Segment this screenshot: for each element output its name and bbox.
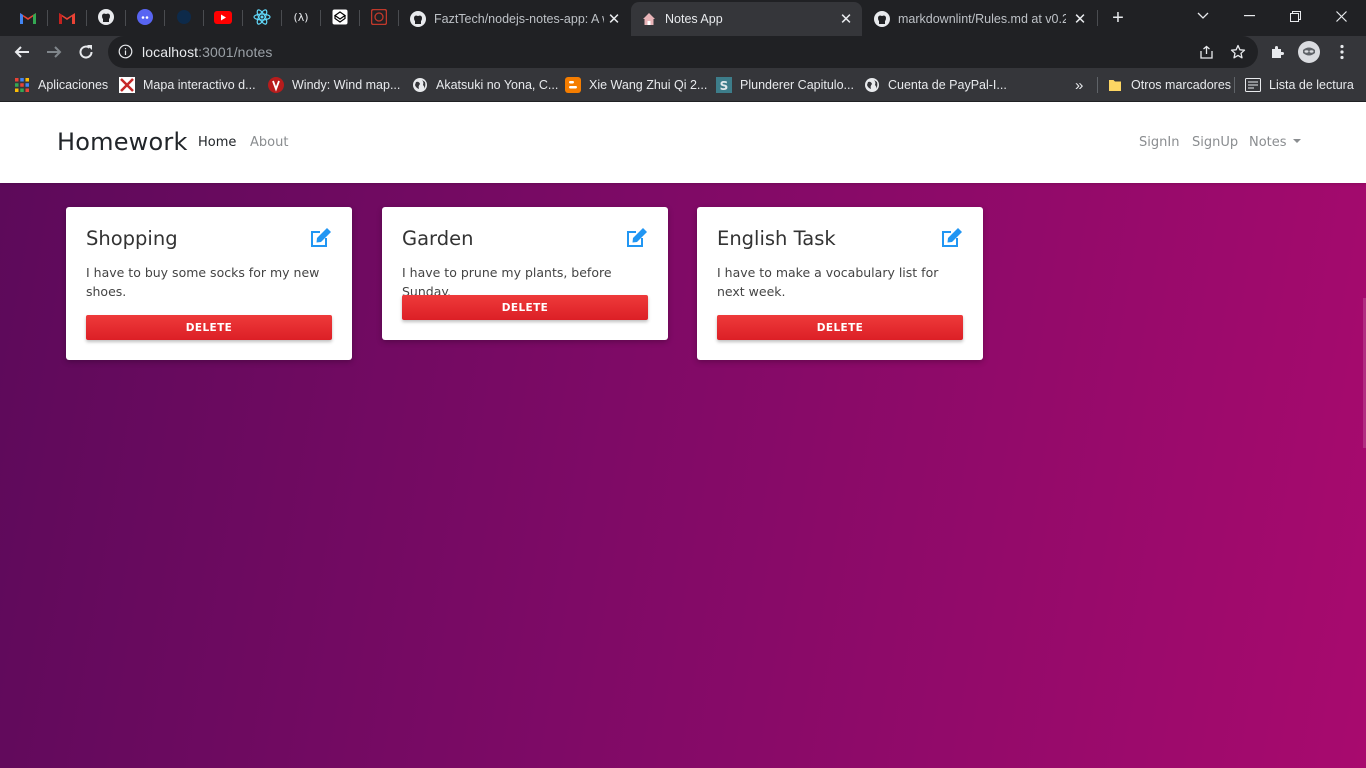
close-window-button[interactable] (1318, 0, 1364, 32)
back-button[interactable] (8, 38, 36, 66)
url-text: localhost:3001/notes (142, 44, 273, 60)
map-icon (119, 77, 135, 93)
minimize-button[interactable] (1226, 0, 1272, 32)
nav-home[interactable]: Home (198, 135, 236, 150)
youtube-icon[interactable] (204, 0, 242, 34)
browser-toolbar: localhost:3001/notes (0, 36, 1366, 68)
gmail-icon[interactable] (9, 0, 47, 34)
reading-list-button[interactable]: Lista de lectura (1245, 75, 1354, 95)
blogger-icon (565, 77, 581, 93)
site-info-icon[interactable] (118, 44, 133, 64)
close-icon[interactable]: ✕ (838, 11, 854, 28)
note-card: Shopping I have to buy some socks for my… (66, 207, 352, 360)
react-icon[interactable] (243, 0, 281, 34)
dark-circle-icon[interactable] (165, 0, 203, 34)
page-content: Homework Home About SignIn SignUp Notes … (0, 102, 1366, 768)
github-icon[interactable] (87, 0, 125, 34)
tab-fazttech[interactable]: FaztTech/nodejs-notes-app: A w ✕ (400, 2, 630, 36)
tab-title: FaztTech/nodejs-notes-app: A w (434, 12, 604, 26)
tab-markdownlint[interactable]: markdownlint/Rules.md at v0.2 ✕ (864, 2, 1096, 36)
svg-text:(λ): (λ) (293, 11, 308, 24)
bookmarks-bar: Aplicaciones Mapa interactivo d... Windy… (0, 68, 1366, 102)
edit-icon[interactable] (939, 227, 963, 249)
nav-signin[interactable]: SignIn (1139, 135, 1179, 150)
caret-down-icon (1292, 139, 1301, 143)
bookmark-akatsuki[interactable]: Akatsuki no Yona, C... (412, 75, 558, 95)
app-navbar: Homework Home About SignIn SignUp Notes (0, 102, 1366, 183)
delete-button[interactable]: DELETE (86, 315, 332, 340)
nav-notes-dropdown[interactable]: Notes (1249, 135, 1301, 150)
home-icon (643, 13, 655, 25)
code-lambda-icon[interactable]: (λ) (282, 0, 320, 34)
bookmark-otros-marcadores[interactable]: Otros marcadores (1107, 75, 1231, 95)
bookmark-xie-wang[interactable]: Xie Wang Zhui Qi 2... (565, 75, 707, 95)
menu-kebab-icon[interactable] (1328, 38, 1356, 66)
bookmarks-overflow-button[interactable]: » (1075, 75, 1083, 95)
nav-about[interactable]: About (250, 135, 288, 150)
codepen-icon[interactable] (321, 0, 359, 34)
github-icon (874, 11, 890, 27)
bookmark-aplicaciones[interactable]: Aplicaciones (14, 75, 108, 95)
note-title: English Task (717, 227, 836, 250)
extensions-icon[interactable] (1264, 38, 1292, 66)
delete-button[interactable]: DELETE (402, 295, 648, 320)
tab-notes-app[interactable]: Notes App ✕ (631, 2, 862, 36)
folder-icon (1107, 77, 1123, 93)
address-bar[interactable]: localhost:3001/notes (108, 36, 1258, 68)
red-square-icon[interactable] (360, 0, 398, 34)
note-description: I have to buy some socks for my new shoe… (86, 265, 320, 299)
windy-icon (268, 77, 284, 93)
svg-text:S: S (720, 79, 729, 93)
github-icon (410, 11, 426, 27)
discord-icon[interactable] (126, 0, 164, 34)
profile-avatar[interactable] (1298, 41, 1320, 63)
tab-search-icon[interactable] (1180, 0, 1226, 32)
note-title: Garden (402, 227, 474, 250)
bookmark-plunderer[interactable]: S Plunderer Capitulo... (716, 75, 854, 95)
apps-grid-icon (14, 77, 30, 93)
note-card: Garden I have to prune my plants, before… (382, 207, 668, 340)
share-icon[interactable] (1194, 40, 1218, 64)
tab-title: Notes App (665, 12, 723, 26)
close-icon[interactable]: ✕ (1072, 11, 1088, 28)
new-tab-button[interactable]: + (1106, 6, 1130, 30)
edit-icon[interactable] (308, 227, 332, 249)
edit-icon[interactable] (624, 227, 648, 249)
tab-title: markdownlint/Rules.md at v0.2 (898, 12, 1066, 26)
note-card: English Task I have to make a vocabulary… (697, 207, 983, 360)
nav-signup[interactable]: SignUp (1192, 135, 1238, 150)
s-icon: S (716, 77, 732, 93)
bookmark-paypal[interactable]: Cuenta de PayPal-I... (864, 75, 1007, 95)
bookmark-windy[interactable]: Windy: Wind map... (268, 75, 400, 95)
star-icon[interactable] (1226, 40, 1250, 64)
restore-button[interactable] (1272, 0, 1318, 32)
reading-list-icon (1245, 77, 1261, 93)
tab-strip: (λ) FaztTech/nodejs-notes-app: A w ✕ Not… (0, 0, 1366, 36)
brand-logo[interactable]: Homework (57, 128, 188, 156)
reload-button[interactable] (72, 38, 100, 66)
close-icon[interactable]: ✕ (606, 11, 622, 28)
globe-icon (864, 77, 880, 93)
bookmark-mapa[interactable]: Mapa interactivo d... (119, 75, 256, 95)
globe-icon (412, 77, 428, 93)
gmail-icon[interactable] (48, 0, 86, 34)
forward-button[interactable] (40, 38, 68, 66)
delete-button[interactable]: DELETE (717, 315, 963, 340)
note-description: I have to make a vocabulary list for nex… (717, 265, 939, 299)
note-title: Shopping (86, 227, 178, 250)
